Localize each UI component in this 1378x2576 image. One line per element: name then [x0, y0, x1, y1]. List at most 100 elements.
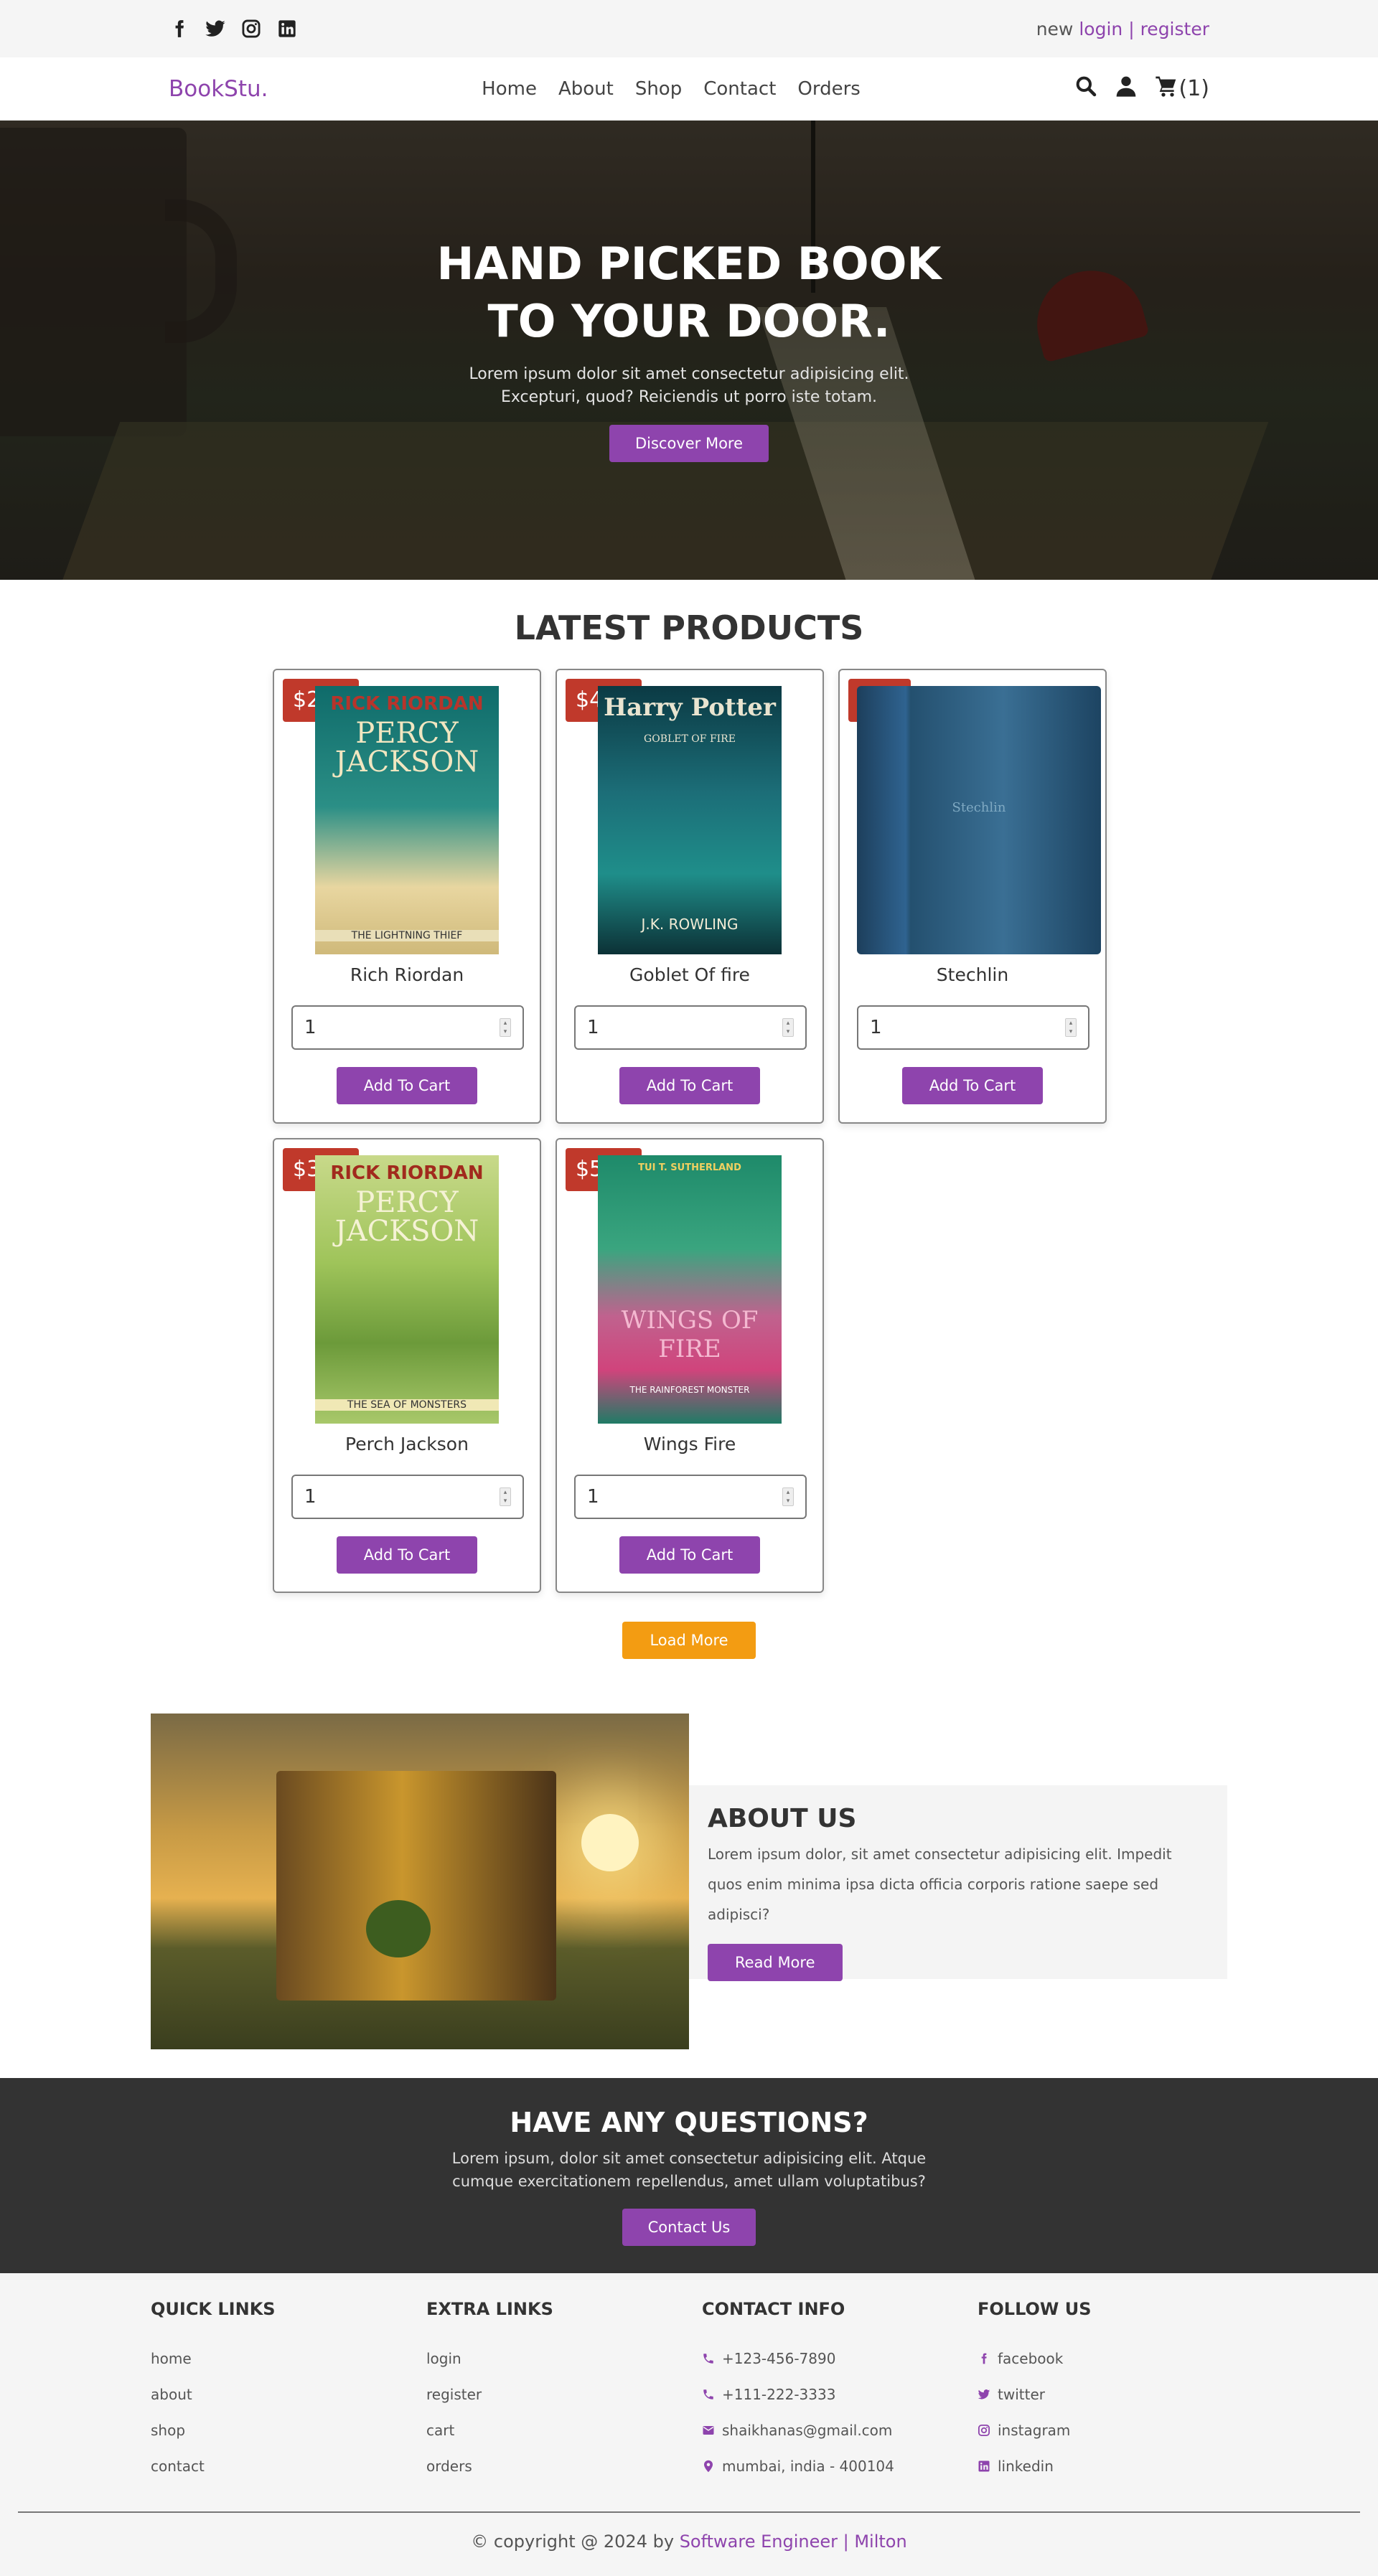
- follow-instagram[interactable]: instagram: [978, 2412, 1253, 2448]
- phone-icon: [702, 2352, 715, 2365]
- hero-title-line2: TO YOUR DOOR.: [487, 295, 891, 347]
- follow-linkedin[interactable]: linkedin: [978, 2448, 1253, 2484]
- footer-link-orders[interactable]: orders: [426, 2448, 702, 2484]
- add-to-cart-button[interactable]: Add To Cart: [619, 1536, 761, 1574]
- follow-linkedin-text: linkedin: [998, 2458, 1054, 2475]
- book-cover-image: Stechlin: [857, 686, 1101, 954]
- twitter-icon[interactable]: [205, 18, 226, 39]
- follow-us-title: FOLLOW US: [978, 2299, 1092, 2319]
- copyright: © copyright @ 2024 by Software Engineer …: [151, 2513, 1227, 2552]
- products-title: LATEST PRODUCTS: [514, 608, 864, 647]
- nav-shop[interactable]: Shop: [635, 78, 682, 100]
- footer-link-register[interactable]: register: [426, 2377, 702, 2412]
- cover-author: RICK RIORDAN: [330, 693, 484, 715]
- follow-twitter[interactable]: twitter: [978, 2377, 1253, 2412]
- quantity-value: 1: [304, 1017, 317, 1038]
- quick-links-title: QUICK LINKS: [151, 2299, 276, 2319]
- cart-link[interactable]: (1): [1155, 75, 1209, 103]
- contact-us-button[interactable]: Contact Us: [622, 2209, 756, 2246]
- quantity-value: 1: [587, 1486, 599, 1508]
- hero-content: HAND PICKED BOOK TO YOUR DOOR. Lorem ips…: [0, 235, 1378, 462]
- quantity-input[interactable]: 1 ▴ ▾: [574, 1475, 807, 1519]
- footer-link-login[interactable]: login: [426, 2341, 702, 2377]
- instagram-icon[interactable]: [240, 18, 262, 39]
- nav-contact[interactable]: Contact: [703, 78, 776, 100]
- twitter-icon: [978, 2388, 990, 2401]
- linkedin-icon[interactable]: [276, 18, 298, 39]
- quantity-input[interactable]: 1 ▴ ▾: [857, 1005, 1089, 1050]
- cover-author: Harry Potter: [604, 693, 776, 722]
- about-image: [151, 1714, 689, 2049]
- add-to-cart-button[interactable]: Add To Cart: [336, 1067, 478, 1104]
- add-to-cart-button[interactable]: Add To Cart: [901, 1067, 1044, 1104]
- add-to-cart-button[interactable]: Add To Cart: [619, 1067, 761, 1104]
- cover-author: RICK RIORDAN: [330, 1162, 484, 1184]
- footer-link-cart[interactable]: cart: [426, 2412, 702, 2448]
- contact-info-column: CONTACT INFO +123-456-7890 +111-222-3333…: [702, 2299, 978, 2484]
- product-name: Perch Jackson: [345, 1434, 469, 1454]
- contact-phone-1[interactable]: +123-456-7890: [702, 2341, 978, 2377]
- questions-title: HAVE ANY QUESTIONS?: [510, 2107, 868, 2138]
- author-link[interactable]: Software Engineer | Milton: [680, 2532, 907, 2552]
- contact-address-text: mumbai, india - 400104: [722, 2458, 894, 2475]
- product-name: Rich Riordan: [350, 964, 464, 985]
- search-icon[interactable]: [1074, 75, 1097, 103]
- footer-link-shop[interactable]: shop: [151, 2412, 426, 2448]
- book-cover-image: RICK RIORDAN PERCY JACKSON THE LIGHTNING…: [315, 686, 499, 954]
- quantity-spinner-icon[interactable]: ▴ ▾: [1065, 1018, 1077, 1037]
- hero-text: Lorem ipsum dolor sit amet consectetur a…: [469, 365, 909, 406]
- load-more-button[interactable]: Load More: [622, 1622, 756, 1659]
- nav-orders[interactable]: Orders: [797, 78, 860, 100]
- cover-title: PERCY JACKSON: [334, 1186, 479, 1248]
- user-icon[interactable]: [1115, 75, 1138, 103]
- add-to-cart-button[interactable]: Add To Cart: [336, 1536, 478, 1574]
- contact-phone-2[interactable]: +111-222-3333: [702, 2377, 978, 2412]
- contact-address[interactable]: mumbai, india - 400104: [702, 2448, 978, 2484]
- follow-facebook[interactable]: facebook: [978, 2341, 1253, 2377]
- extra-links-column: EXTRA LINKS login register cart orders: [426, 2299, 702, 2484]
- register-link[interactable]: register: [1140, 19, 1209, 39]
- social-links: [169, 18, 298, 39]
- footer-link-contact[interactable]: contact: [151, 2448, 426, 2484]
- facebook-icon[interactable]: [169, 18, 190, 39]
- product-name: Goblet Of fire: [629, 964, 750, 985]
- contact-phone-1-text: +123-456-7890: [722, 2350, 836, 2367]
- quantity-spinner-icon[interactable]: ▴ ▾: [782, 1487, 794, 1506]
- contact-phone-2-text: +111-222-3333: [722, 2386, 836, 2403]
- book-cover-image: TUI T. SUTHERLAND WINGS OF FIRE THE RAIN…: [598, 1155, 782, 1424]
- logo[interactable]: BookStu.: [169, 76, 268, 102]
- contact-email-text: shaikhanas@gmail.com: [722, 2422, 893, 2439]
- quantity-input[interactable]: 1 ▴ ▾: [291, 1475, 524, 1519]
- quantity-input[interactable]: 1 ▴ ▾: [574, 1005, 807, 1050]
- login-link[interactable]: login: [1079, 19, 1122, 39]
- quantity-spinner-icon[interactable]: ▴ ▾: [500, 1018, 511, 1037]
- product-name: Wings Fire: [643, 1434, 736, 1454]
- auth-prefix: new: [1036, 18, 1074, 39]
- discover-more-button[interactable]: Discover More: [609, 425, 769, 462]
- cover-subtitle: THE LIGHTNING THIEF: [315, 930, 499, 941]
- auth-separator: |: [1128, 18, 1135, 39]
- footer-link-home[interactable]: home: [151, 2341, 426, 2377]
- product-name: Stechlin: [936, 964, 1009, 985]
- cover-title: PERCY JACKSON: [334, 717, 479, 779]
- about-image-sun: [581, 1814, 639, 1871]
- linkedin-icon: [978, 2460, 990, 2473]
- quantity-spinner-icon[interactable]: ▴ ▾: [782, 1018, 794, 1037]
- footer: QUICK LINKS home about shop contact EXTR…: [0, 2273, 1378, 2576]
- quantity-input[interactable]: 1 ▴ ▾: [291, 1005, 524, 1050]
- cover-subtitle: J.K. ROWLING: [641, 916, 739, 933]
- read-more-button[interactable]: Read More: [708, 1944, 843, 1981]
- auth-links: new login | register: [1036, 19, 1209, 39]
- top-bar: new login | register: [0, 0, 1378, 57]
- quantity-spinner-icon[interactable]: ▴ ▾: [500, 1487, 511, 1506]
- nav-about[interactable]: About: [558, 78, 614, 100]
- nav-home[interactable]: Home: [482, 78, 537, 100]
- envelope-icon: [702, 2424, 715, 2437]
- quantity-value: 1: [304, 1486, 317, 1508]
- extra-links-title: EXTRA LINKS: [426, 2299, 553, 2319]
- contact-email[interactable]: shaikhanas@gmail.com: [702, 2412, 978, 2448]
- about-image-book: [276, 1771, 556, 2001]
- follow-instagram-text: instagram: [998, 2422, 1071, 2439]
- cover-subtitle: THE SEA OF MONSTERS: [315, 1399, 499, 1411]
- footer-link-about[interactable]: about: [151, 2377, 426, 2412]
